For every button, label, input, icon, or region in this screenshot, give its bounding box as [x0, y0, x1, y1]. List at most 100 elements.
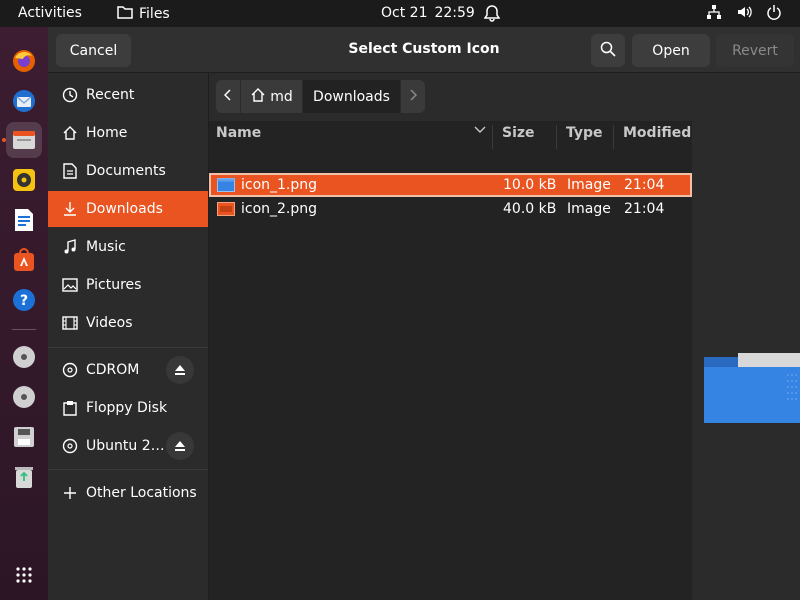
- dock-separator: [12, 329, 36, 330]
- help-icon[interactable]: ?: [6, 282, 42, 318]
- file-chooser-dialog: Cancel Select Custom Icon Open Revert Re…: [48, 27, 800, 600]
- path-home-button[interactable]: md: [241, 80, 303, 113]
- file-size: 40.0 kB: [503, 201, 557, 217]
- file-modified: 21:04: [624, 177, 665, 193]
- cdrom-icon[interactable]: [6, 339, 42, 375]
- table-row[interactable]: icon_1.png 10.0 kB Image 21:04: [209, 173, 692, 197]
- sidebar-item-label: Floppy Disk: [86, 400, 168, 416]
- activities-button[interactable]: Activities: [18, 5, 82, 21]
- sidebar-item-label: Videos: [86, 315, 133, 331]
- sidebar-item-ubuntu[interactable]: Ubuntu 2…: [48, 428, 208, 464]
- thunderbird-icon[interactable]: [6, 83, 42, 119]
- picture-icon: [48, 278, 86, 292]
- file-size: 10.0 kB: [503, 177, 557, 193]
- column-header-modified[interactable]: Modified: [623, 125, 691, 141]
- path-current-button[interactable]: Downloads: [303, 80, 401, 113]
- floppy-icon[interactable]: [6, 419, 42, 455]
- sidebar-item-other-locations[interactable]: Other Locations: [48, 475, 208, 511]
- sidebar-item-label: Downloads: [86, 201, 163, 217]
- sidebar-item-pictures[interactable]: Pictures: [48, 267, 208, 303]
- column-header-type[interactable]: Type: [566, 125, 603, 141]
- file-name: icon_2.png: [241, 201, 318, 217]
- column-separator: [556, 125, 557, 149]
- disc-icon: [48, 438, 86, 454]
- drive-icon: [48, 400, 86, 416]
- folder-icon: [117, 5, 133, 23]
- sidebar-item-label: Music: [86, 239, 126, 255]
- clock-time: 22:59: [434, 5, 475, 21]
- apps-grid-icon[interactable]: [6, 557, 42, 593]
- sidebar-item-floppy[interactable]: Floppy Disk: [48, 390, 208, 426]
- path-bar: md Downloads: [216, 80, 425, 113]
- revert-button[interactable]: Revert: [716, 34, 794, 67]
- sidebar-item-documents[interactable]: Documents: [48, 153, 208, 189]
- files-icon[interactable]: [6, 122, 42, 158]
- table-row[interactable]: icon_2.png 40.0 kB Image 21:04: [209, 197, 692, 221]
- sidebar-item-label: CDROM: [86, 362, 140, 378]
- sidebar-item-videos[interactable]: Videos: [48, 305, 208, 341]
- clock[interactable]: Oct 21 22:59: [381, 5, 475, 21]
- network-icon: [706, 4, 722, 24]
- app-menu[interactable]: Files: [117, 5, 170, 23]
- trash-icon[interactable]: [6, 459, 42, 495]
- sidebar-item-label: Other Locations: [86, 485, 197, 501]
- sidebar-item-label: Home: [86, 125, 128, 141]
- video-icon: [48, 316, 86, 330]
- dvd-icon[interactable]: [6, 379, 42, 415]
- music-icon: [48, 239, 86, 255]
- folder-preview-icon: [704, 349, 800, 423]
- search-button[interactable]: [591, 34, 625, 67]
- chevron-right-icon: [409, 88, 418, 105]
- writer-icon[interactable]: [6, 202, 42, 238]
- column-header-name[interactable]: Name: [216, 125, 261, 141]
- file-name: icon_1.png: [241, 177, 318, 193]
- preview-pane: [692, 121, 800, 600]
- image-file-icon: [217, 202, 235, 220]
- plus-icon: [48, 486, 86, 500]
- open-button[interactable]: Open: [632, 34, 710, 67]
- file-type: Image: [567, 177, 611, 193]
- home-icon: [250, 87, 266, 107]
- sidebar-item-label: Pictures: [86, 277, 142, 293]
- search-icon: [600, 41, 616, 61]
- path-home-label: md: [270, 88, 293, 105]
- power-icon: [766, 4, 782, 24]
- places-sidebar: Recent Home Documents Downloads Music Pi…: [48, 73, 209, 600]
- sidebar-item-music[interactable]: Music: [48, 229, 208, 265]
- svg-text:?: ?: [20, 293, 28, 309]
- volume-icon: [736, 4, 752, 24]
- recent-icon: [48, 87, 86, 103]
- header-bar: Cancel Select Custom Icon Open Revert: [48, 27, 800, 73]
- rhythmbox-icon[interactable]: [6, 162, 42, 198]
- firefox-icon[interactable]: [6, 43, 42, 79]
- sidebar-item-recent[interactable]: Recent: [48, 77, 208, 113]
- sidebar-item-home[interactable]: Home: [48, 115, 208, 151]
- sidebar-item-label: Recent: [86, 87, 135, 103]
- column-header-size[interactable]: Size: [502, 125, 535, 141]
- path-forward-button[interactable]: [401, 80, 425, 113]
- file-type: Image: [567, 201, 611, 217]
- column-separator: [613, 125, 614, 149]
- file-modified: 21:04: [624, 201, 665, 217]
- sidebar-item-label: Documents: [86, 163, 166, 179]
- file-list: Name Size Type Modified icon_1.png 10.0 …: [209, 121, 692, 600]
- column-headers: Name Size Type Modified: [209, 121, 692, 149]
- eject-icon[interactable]: [166, 356, 194, 384]
- sidebar-separator: [48, 469, 208, 470]
- dock: ?: [0, 27, 48, 600]
- sidebar-item-label: Ubuntu 2…: [86, 438, 165, 454]
- sidebar-item-cdrom[interactable]: CDROM: [48, 352, 208, 388]
- eject-icon[interactable]: [166, 432, 194, 460]
- download-icon: [48, 201, 86, 217]
- chevron-down-icon[interactable]: [474, 123, 486, 139]
- clock-date: Oct 21: [381, 5, 428, 21]
- chevron-left-icon: [223, 88, 232, 105]
- sidebar-item-downloads[interactable]: Downloads: [48, 191, 208, 227]
- top-bar: Activities Files Oct 21 22:59: [0, 0, 800, 27]
- system-menu[interactable]: [706, 4, 782, 24]
- image-file-icon: [217, 178, 235, 196]
- path-back-button[interactable]: [216, 80, 241, 113]
- alarm-icon[interactable]: [483, 4, 501, 26]
- column-separator: [492, 125, 493, 149]
- software-icon[interactable]: [6, 242, 42, 278]
